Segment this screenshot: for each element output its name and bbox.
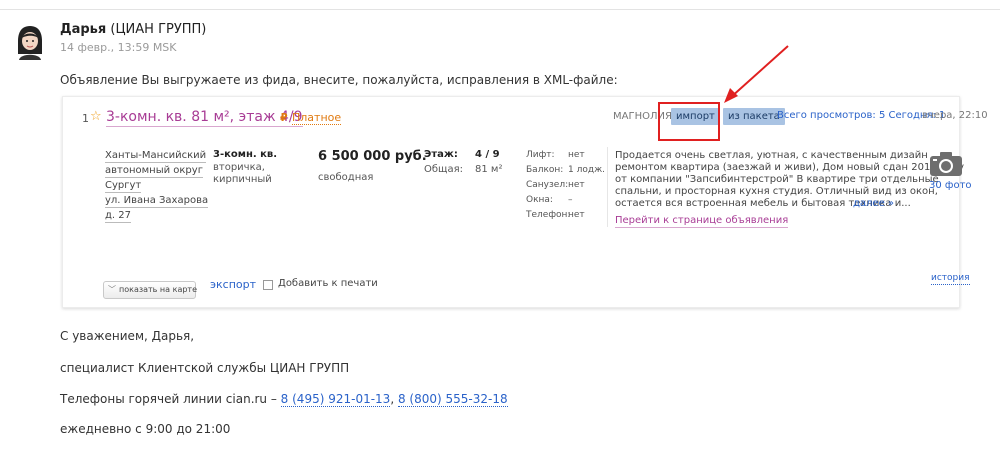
star-icon[interactable]: ☆ — [90, 109, 102, 124]
floor-value: 4 / 9 — [475, 149, 500, 160]
signature-hours: ежедневно с 9:00 до 21:00 — [60, 422, 231, 436]
listing-title[interactable]: 3-комн. кв. 81 м², этаж 4/9 — [106, 108, 303, 127]
phone-link[interactable]: 8 (800) 555-32-18 — [397, 392, 508, 407]
avatar — [18, 26, 42, 60]
area-value: 81 м² — [475, 164, 503, 175]
phone-link[interactable]: 8 (495) 921-01-13 — [280, 392, 391, 407]
description-line: Продается очень светлая, уютная, с качес… — [615, 150, 928, 161]
address-line[interactable]: Сургут — [105, 179, 142, 193]
feature-value: нет — [568, 210, 585, 220]
feature-value: нет — [568, 180, 585, 190]
listing-number: 1 — [82, 112, 89, 125]
feature-label: Окна: — [526, 195, 553, 205]
phones-separator: , — [390, 392, 398, 406]
building-material: кирпичный — [213, 174, 272, 185]
print-checkbox[interactable] — [263, 280, 273, 290]
package-badge: из пакета — [723, 108, 785, 125]
history-link[interactable]: история — [931, 273, 970, 285]
column-divider — [607, 147, 608, 227]
export-link[interactable]: экспорт — [210, 278, 256, 291]
more-link[interactable]: далее » — [853, 198, 894, 209]
views-count[interactable]: Всего просмотров: 5 Сегодня: 1 — [777, 110, 945, 121]
address-line[interactable]: ул. Ивана Захарова — [105, 194, 209, 208]
feature-label: Санузел: — [526, 180, 569, 190]
feature-label: Телефон: — [526, 210, 571, 220]
description-line: ремонтом квартира (заезжай и живи), Дом … — [615, 162, 965, 173]
feature-label: Балкон: — [526, 165, 564, 175]
address-line[interactable]: д. 27 — [105, 209, 131, 223]
description-line: от компании "Запсибинтерстрой" В квартир… — [615, 174, 939, 185]
show-on-map-button[interactable]: ﹀ показать на карте — [103, 281, 198, 299]
feature-value: – — [568, 195, 573, 205]
sender: Дарья (ЦИАН ГРУПП) — [60, 22, 206, 37]
signature-phones: Телефоны горячей линии cian.ru – 8 (495)… — [60, 392, 508, 407]
photos-link[interactable]: 30 фото — [929, 180, 972, 191]
top-divider — [0, 9, 1000, 10]
price: 6 500 000 руб. — [318, 149, 427, 164]
address-line[interactable]: Ханты-Мансийский — [105, 149, 207, 163]
message-date: 14 февр., 13:59 MSK — [60, 41, 177, 54]
feature-label: Лифт: — [526, 150, 555, 160]
sender-name: Дарья — [60, 22, 107, 37]
chevron-down-icon: ﹀ — [108, 285, 116, 294]
sender-org: (ЦИАН ГРУПП) — [110, 22, 207, 37]
feature-value: нет — [568, 150, 585, 160]
floor-label: Этаж: — [424, 149, 458, 160]
area-label: Общая: — [424, 164, 463, 175]
address-line[interactable]: автономный округ — [105, 164, 203, 178]
building-type: вторичка, — [213, 162, 265, 173]
phones-prefix: Телефоны горячей линии cian.ru – — [60, 392, 281, 406]
listing-timestamp: вчера, 22:10 — [922, 110, 988, 121]
message-intro: Объявление Вы выгружаете из фида, внесит… — [60, 73, 618, 87]
paid-label[interactable]: Платное — [292, 111, 342, 125]
ruble-icon: ₽ — [280, 111, 288, 124]
signature-role: специалист Клиентской службы ЦИАН ГРУПП — [60, 361, 350, 375]
signature-greeting: С уважением, Дарья, — [60, 329, 195, 343]
goto-listing-link[interactable]: Перейти к странице объявления — [615, 215, 789, 228]
listing-card: 1 ☆ 3-комн. кв. 81 м², этаж 4/9 ₽ Платно… — [62, 96, 988, 308]
sale-type: свободная — [318, 172, 374, 183]
description-line: спальни, и просторная кухня студия. Отли… — [615, 186, 938, 197]
feature-value: 1 лодж. — [568, 165, 606, 175]
show-on-map-label: показать на карте — [119, 285, 198, 294]
annotation-arrow-icon — [724, 45, 789, 103]
print-label: Добавить к печати — [278, 278, 378, 289]
camera-icon[interactable] — [929, 151, 963, 177]
rooms-type: 3-комн. кв. — [213, 149, 278, 160]
